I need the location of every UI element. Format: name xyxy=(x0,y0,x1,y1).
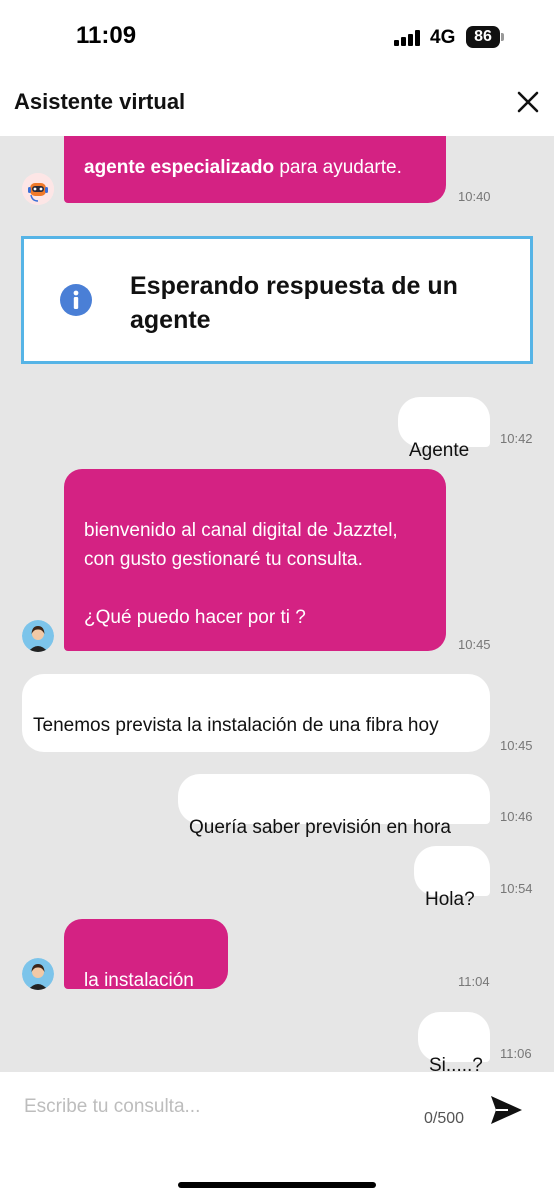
message-time: 10:46 xyxy=(500,809,533,824)
message-time: 10:45 xyxy=(458,637,491,652)
waiting-agent-banner: Esperando respuesta de un agente xyxy=(21,236,533,364)
user-message: Quería saber previsión en hora xyxy=(178,774,490,838)
message-text: Quería saber previsión en hora xyxy=(189,817,451,838)
close-icon[interactable] xyxy=(512,86,544,118)
info-icon xyxy=(60,284,92,316)
robot-avatar-icon xyxy=(22,173,54,205)
message-time: 10:40 xyxy=(458,189,491,204)
message-text: bienvenido al canal digital de Jazztel, … xyxy=(84,520,398,628)
agent-message: bienvenido al canal digital de Jazztel, … xyxy=(64,469,446,651)
char-counter: 0/500 xyxy=(424,1110,465,1127)
home-indicator xyxy=(178,1182,376,1188)
message-text: la instalación xyxy=(84,970,194,991)
chat-thread[interactable]: agente especializado para ayudarte. 10:4… xyxy=(0,136,554,1072)
network-label: 4G xyxy=(430,27,456,48)
message-text: para ayudarte. xyxy=(274,157,402,178)
banner-text: Esperando respuesta de un agente xyxy=(130,272,458,334)
agent-avatar-icon xyxy=(22,620,54,652)
signal-icon xyxy=(394,30,420,46)
chat-header: Asistente virtual xyxy=(0,76,554,136)
message-composer: 0/500 xyxy=(0,1072,554,1200)
send-icon[interactable] xyxy=(488,1092,524,1128)
message-bold-text: agente especializado xyxy=(84,157,275,178)
page-title: Asistente virtual xyxy=(14,89,186,114)
message-text: Agente xyxy=(409,440,470,461)
message-time: 11:06 xyxy=(500,1046,532,1061)
battery-nub xyxy=(501,33,504,41)
user-message: Tenemos prevista la instalación de una f… xyxy=(22,674,490,752)
user-message: Si.....? xyxy=(418,1012,490,1072)
message-time: 10:54 xyxy=(500,881,533,896)
message-input[interactable] xyxy=(22,1090,406,1124)
status-bar: 11:09 4G 86 xyxy=(0,0,554,76)
message-time: 10:45 xyxy=(500,738,533,753)
agent-message: la instalación xyxy=(64,919,228,991)
message-text: Tenemos prevista la instalación de una f… xyxy=(33,715,439,736)
message-time: 10:42 xyxy=(500,431,533,446)
message-text: Si.....? xyxy=(429,1055,483,1072)
agent-message: agente especializado para ayudarte. xyxy=(64,136,446,203)
message-text: Hola? xyxy=(425,889,475,910)
battery-icon: 86 xyxy=(466,26,500,48)
agent-avatar-icon xyxy=(22,958,54,990)
message-time: 11:04 xyxy=(458,974,490,989)
battery-level: 86 xyxy=(474,28,492,45)
status-time: 11:09 xyxy=(76,22,137,49)
user-message: Hola? xyxy=(414,846,490,910)
user-message: Agente xyxy=(398,397,490,461)
